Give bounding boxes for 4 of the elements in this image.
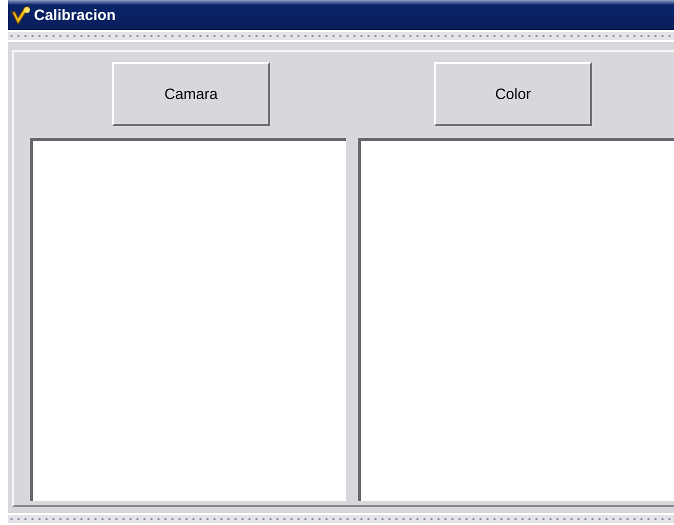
app-icon xyxy=(10,4,32,26)
command-button[interactable]: Camara xyxy=(112,62,270,126)
command-button[interactable]: Color xyxy=(434,62,592,126)
window-title: Calibracion xyxy=(34,6,116,24)
